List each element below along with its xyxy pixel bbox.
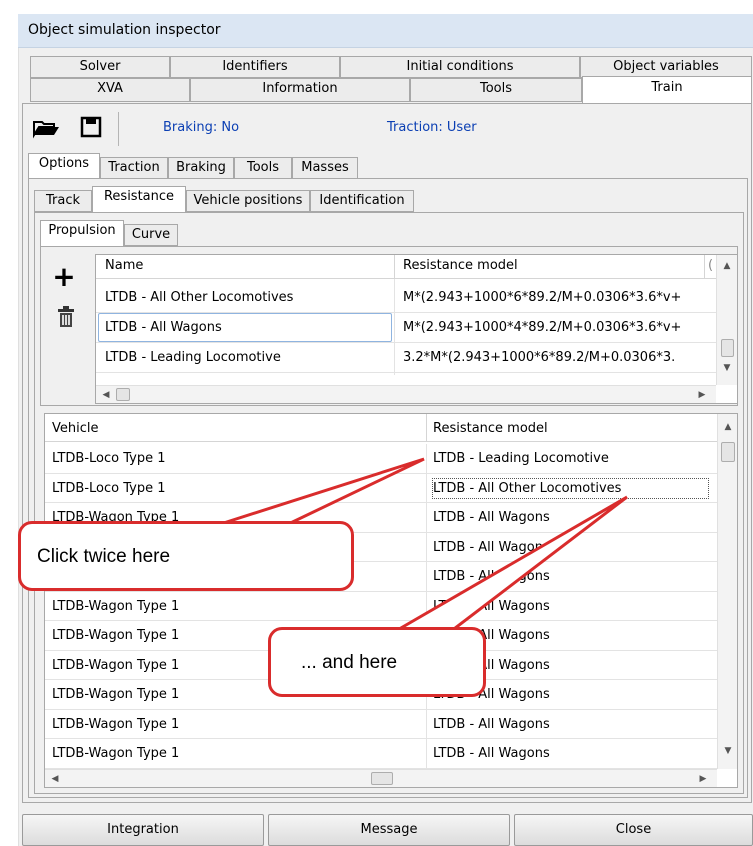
scroll-left-icon[interactable]: ◀ xyxy=(49,772,61,786)
table-row[interactable]: LTDB - Leading Locomotive 3.2*M*(2.943+1… xyxy=(96,343,716,372)
tab-masses[interactable]: Masses xyxy=(292,157,358,179)
scroll-thumb[interactable] xyxy=(371,772,393,785)
scroll-thumb[interactable] xyxy=(116,388,130,401)
tab-vehicle-positions[interactable]: Vehicle positions xyxy=(186,190,310,212)
table-row[interactable]: LTDB-Wagon Type 1 LTDB - All Wagons xyxy=(45,739,717,769)
vehicle-cell: LTDB-Loco Type 1 xyxy=(52,480,166,496)
column-divider xyxy=(426,562,427,592)
trash-icon[interactable] xyxy=(57,306,75,328)
resistance-model-cell[interactable]: LTDB - All Wagons xyxy=(433,503,713,532)
resistance-model-cell[interactable]: LTDB - All Wagons xyxy=(433,592,713,621)
models-vertical-scrollbar[interactable]: ▲ ▼ xyxy=(716,255,737,385)
table-row[interactable]: LTDB-Wagon Type 1 LTDB - All Wagons xyxy=(45,591,717,621)
column-divider xyxy=(426,473,427,503)
scroll-thumb[interactable] xyxy=(721,339,734,357)
tab-options[interactable]: Options xyxy=(28,153,100,179)
col-name-header[interactable]: Name xyxy=(105,255,143,277)
resistance-model-cell[interactable]: LTDB - All Wagons xyxy=(433,533,713,562)
vehicles-table: Vehicle Resistance model LTDB-Loco Type … xyxy=(44,413,738,788)
models-table: Name Resistance model ( LTDB - All Other… xyxy=(95,254,738,404)
tab-xva[interactable]: XVA xyxy=(30,78,190,102)
table-row[interactable]: LTDB-Loco Type 1 LTDB - Leading Locomotiv… xyxy=(45,444,717,474)
table-row[interactable]: LTDB - All Other Locomotives M*(2.943+10… xyxy=(96,283,716,312)
integration-button[interactable]: Integration xyxy=(22,814,264,846)
column-divider xyxy=(426,591,427,621)
column-divider xyxy=(426,532,427,562)
vehicle-cell: LTDB-Loco Type 1 xyxy=(52,451,166,466)
tab-resistance[interactable]: Resistance xyxy=(92,186,186,213)
vehicle-cell: LTDB-Wagon Type 1 xyxy=(52,716,180,732)
tab-braking[interactable]: Braking xyxy=(168,157,234,179)
tab-curve[interactable]: Curve xyxy=(124,224,178,246)
table-row[interactable]: LTDB-Loco Type 1 LTDB - All Other Locomot… xyxy=(45,473,717,503)
models-horizontal-scrollbar[interactable]: ◀ ▶ xyxy=(96,385,716,403)
column-divider xyxy=(426,709,427,739)
scroll-left-icon[interactable]: ◀ xyxy=(100,388,112,402)
scroll-up-icon[interactable]: ▲ xyxy=(721,420,735,434)
tab-traction[interactable]: Traction xyxy=(100,157,168,179)
message-button[interactable]: Message xyxy=(268,814,510,846)
tab-tools-inner[interactable]: Tools xyxy=(234,157,292,179)
tab-propulsion[interactable]: Propulsion xyxy=(40,220,124,247)
scroll-down-icon[interactable]: ▼ xyxy=(721,744,735,758)
vehicle-rows: LTDB-Loco Type 1 LTDB - Leading Locomotiv… xyxy=(45,444,717,769)
vehicle-cell: LTDB-Wagon Type 1 xyxy=(52,598,180,614)
column-divider xyxy=(426,739,427,769)
column-divider xyxy=(426,444,427,474)
traction-status: Traction: User xyxy=(387,120,477,135)
resistance-model-cell[interactable]: LTDB - All Wagons xyxy=(433,710,713,739)
vehicles-horizontal-scrollbar[interactable]: ◀ ▶ xyxy=(45,769,717,787)
resistance-model-cell[interactable]: LTDB - Leading Locomotive xyxy=(433,444,713,473)
col-truncated-header: ( xyxy=(708,258,714,273)
add-model-icon[interactable]: + xyxy=(52,263,76,291)
scroll-up-icon[interactable]: ▲ xyxy=(720,259,734,273)
vehicle-cell: LTDB-Wagon Type 1 xyxy=(52,746,180,761)
table-row[interactable]: LTDB-Wagon Type 1 LTDB - All Wagons xyxy=(45,709,717,739)
col-resistance-model-header[interactable]: Resistance model xyxy=(403,255,518,277)
save-icon[interactable] xyxy=(80,116,102,138)
resistance-model-cell[interactable]: LTDB - All Wagons xyxy=(433,562,713,591)
tab-identifiers[interactable]: Identifiers xyxy=(170,56,340,78)
scroll-right-icon[interactable]: ▶ xyxy=(697,772,709,786)
table-row[interactable]: LTDB - All Wagons M*(2.943+1000*4*89.2/M… xyxy=(96,313,716,342)
scroll-right-icon[interactable]: ▶ xyxy=(696,388,708,402)
braking-status: Braking: No xyxy=(163,120,240,135)
window-title: Object simulation inspector xyxy=(28,22,221,38)
column-divider xyxy=(426,503,427,533)
tab-object-variables[interactable]: Object variables xyxy=(580,56,752,78)
scroll-thumb[interactable] xyxy=(721,442,735,462)
tab-tools[interactable]: Tools xyxy=(410,78,582,102)
tab-solver[interactable]: Solver xyxy=(30,56,170,78)
tab-information[interactable]: Information xyxy=(190,78,410,102)
col-vehicle-header[interactable]: Vehicle xyxy=(52,414,99,444)
tab-train[interactable]: Train xyxy=(582,76,752,104)
resistance-model-cell[interactable]: LTDB - All Other Locomotives xyxy=(428,474,713,503)
resistance-model-cell[interactable]: LTDB - All Wagons xyxy=(433,739,713,768)
toolbar-divider xyxy=(118,112,119,146)
tab-track[interactable]: Track xyxy=(34,190,92,212)
scroll-down-icon[interactable]: ▼ xyxy=(720,361,734,375)
col-vehicle-resistance-header[interactable]: Resistance model xyxy=(433,414,548,444)
tab-identification[interactable]: Identification xyxy=(310,190,414,212)
callout-click-twice: Click twice here xyxy=(18,521,354,591)
callout-and-here: ... and here xyxy=(268,627,486,697)
open-folder-icon[interactable] xyxy=(32,117,62,139)
tab-initial-conditions[interactable]: Initial conditions xyxy=(340,56,580,78)
close-button[interactable]: Close xyxy=(514,814,753,846)
vehicles-vertical-scrollbar[interactable]: ▲ ▼ xyxy=(717,414,737,769)
